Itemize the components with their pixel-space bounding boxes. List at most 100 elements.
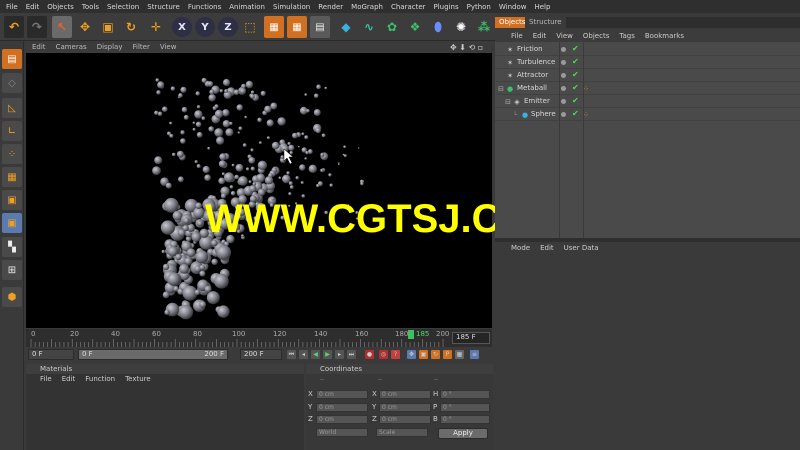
next-key-icon[interactable]: ▸ — [335, 350, 344, 359]
model-mode-icon[interactable]: ◇ — [2, 73, 22, 93]
menu-render[interactable]: Render — [318, 3, 343, 11]
menu-selection[interactable]: Selection — [107, 3, 139, 11]
menu-help[interactable]: Help — [534, 3, 550, 11]
cloner-icon[interactable]: ❖ — [405, 16, 425, 38]
edges-mode-icon[interactable]: ▦ — [2, 167, 22, 187]
add-tool-icon[interactable]: ✛ — [146, 16, 166, 38]
size-x-field[interactable]: 0 cm — [379, 390, 431, 399]
scale-mode-select[interactable]: Scale — [376, 428, 428, 437]
viewport-menu-display[interactable]: Display — [97, 43, 123, 51]
position-y-field[interactable]: 0 cm — [316, 403, 368, 412]
redo-icon[interactable]: ↷ — [27, 16, 47, 38]
axis-mode-icon[interactable]: ∟ — [2, 121, 22, 141]
render-picture-icon[interactable]: ▦ — [287, 16, 307, 38]
undo-icon[interactable]: ↶ — [4, 16, 24, 38]
viewport-nav-icons[interactable]: ✥ ⬇ ⟲ ▫ — [450, 41, 492, 53]
menu-mograph[interactable]: MoGraph — [351, 3, 383, 11]
menu-edit[interactable]: Edit — [26, 3, 40, 11]
preview-range-slider[interactable]: 0 F 200 F — [78, 349, 228, 360]
viewport-menu-edit[interactable]: Edit — [32, 43, 46, 51]
go-to-start-icon[interactable]: ⏮ — [287, 350, 296, 359]
prev-key-icon[interactable]: ◂ — [299, 350, 308, 359]
menu-character[interactable]: Character — [391, 3, 426, 11]
deformer-icon[interactable]: ⬮ — [428, 16, 448, 38]
rotate-tool-icon[interactable]: ↻ — [121, 16, 141, 38]
materials-menu-function[interactable]: Function — [85, 375, 115, 386]
keyframe-icon[interactable]: ? — [391, 350, 400, 359]
object-row-friction[interactable]: ✶ Friction ✔ — [495, 44, 800, 56]
object-row-turbulence[interactable]: ✶ Turbulence ✔ — [495, 57, 800, 69]
key-param-icon[interactable]: P — [443, 350, 452, 359]
menu-functions[interactable]: Functions — [188, 3, 221, 11]
checker-icon[interactable]: ▚ — [2, 237, 22, 257]
timeline-menu-icon[interactable]: ≡ — [470, 350, 479, 359]
apply-button[interactable]: Apply — [438, 428, 488, 439]
object-row-metaball[interactable]: ⊟ ● Metaball ✔ ⁘ — [495, 83, 800, 95]
select-tool-icon[interactable]: ↖ — [52, 16, 72, 38]
objects-menu-file[interactable]: File — [511, 32, 523, 40]
objects-menu-objects[interactable]: Objects — [583, 32, 609, 40]
enabled-check-icon[interactable]: ✔ — [572, 96, 579, 105]
light-icon[interactable]: ⁂ — [474, 16, 494, 38]
enabled-check-icon[interactable]: ✔ — [572, 70, 579, 79]
menu-objects[interactable]: Objects — [47, 3, 73, 11]
materials-menu-file[interactable]: File — [40, 375, 52, 386]
object-row-sphere[interactable]: └ ● Sphere ✔ ⁘ — [495, 109, 800, 121]
menu-structure[interactable]: Structure — [147, 3, 180, 11]
current-frame-field[interactable]: 185 F — [452, 332, 490, 344]
tab-structure[interactable]: Structure — [525, 17, 566, 28]
key-scale-icon[interactable]: ▣ — [419, 350, 428, 359]
viewport-menu-view[interactable]: View — [160, 43, 177, 51]
rotation-h-field[interactable]: 0 ° — [440, 390, 490, 399]
points-mode-icon[interactable]: ⁘ — [2, 144, 22, 164]
timeline-ruler[interactable]: 0 20 40 60 80 100 120 140 160 180 185 20… — [26, 329, 492, 347]
enabled-check-icon[interactable]: ✔ — [572, 57, 579, 66]
attributes-menu-mode[interactable]: Mode — [511, 244, 530, 252]
object-row-attractor[interactable]: ✶ Attractor ✔ — [495, 70, 800, 82]
objects-menu-tags[interactable]: Tags — [619, 32, 635, 40]
coordinate-mode-select[interactable]: World — [316, 428, 368, 437]
3d-viewport[interactable] — [26, 53, 492, 328]
attributes-menu-edit[interactable]: Edit — [540, 244, 554, 252]
subdivision-icon[interactable]: ✿ — [382, 16, 402, 38]
size-z-field[interactable]: 0 cm — [379, 415, 431, 424]
key-pla-icon[interactable]: ▦ — [455, 350, 464, 359]
spline-pen-icon[interactable]: ∿ — [359, 16, 379, 38]
cube-icon[interactable]: ◆ — [336, 16, 356, 38]
record-icon[interactable]: ● — [365, 350, 374, 359]
visibility-dot[interactable] — [561, 112, 566, 117]
object-mode-icon[interactable]: ◺ — [2, 98, 22, 118]
polygons-mode-icon[interactable]: ▣ — [2, 190, 22, 210]
axis-z-button[interactable]: Z — [218, 17, 238, 37]
key-position-icon[interactable]: ✥ — [407, 350, 416, 359]
render-view-icon[interactable]: ▦ — [264, 16, 284, 38]
layout-icon[interactable]: ▤ — [2, 49, 22, 69]
sculpt-icon[interactable]: ⬢ — [2, 287, 22, 307]
visibility-dot[interactable] — [561, 47, 566, 52]
play-forward-icon[interactable]: ▶ — [323, 350, 332, 359]
menu-simulation[interactable]: Simulation — [273, 3, 310, 11]
menu-plugins[interactable]: Plugins — [434, 3, 459, 11]
visibility-dot[interactable] — [561, 60, 566, 65]
visibility-dot[interactable] — [561, 86, 566, 91]
viewport-menu-filter[interactable]: Filter — [133, 43, 150, 51]
materials-menu-edit[interactable]: Edit — [62, 375, 76, 386]
rotation-p-field[interactable]: 0 ° — [440, 403, 490, 412]
position-x-field[interactable]: 0 cm — [316, 390, 368, 399]
attributes-menu-user-data[interactable]: User Data — [564, 244, 599, 252]
axis-x-button[interactable]: X — [172, 17, 192, 37]
coordinate-system-icon[interactable]: ⬚ — [240, 16, 260, 38]
collapse-icon[interactable]: ⊟ — [504, 98, 512, 106]
playhead-marker[interactable] — [408, 330, 414, 339]
menu-python[interactable]: Python — [467, 3, 491, 11]
scene-icon[interactable]: ✺ — [451, 16, 471, 38]
play-backward-icon[interactable]: ◀ — [311, 350, 320, 359]
move-tool-icon[interactable]: ✥ — [75, 16, 95, 38]
scale-tool-icon[interactable]: ▣ — [98, 16, 118, 38]
enabled-check-icon[interactable]: ✔ — [572, 44, 579, 53]
render-settings-icon[interactable]: ▤ — [310, 16, 330, 38]
menu-animation[interactable]: Animation — [229, 3, 265, 11]
visibility-dot[interactable] — [561, 73, 566, 78]
uv-mode-icon[interactable]: ▣ — [2, 213, 22, 233]
viewport-menu-cameras[interactable]: Cameras — [56, 43, 87, 51]
